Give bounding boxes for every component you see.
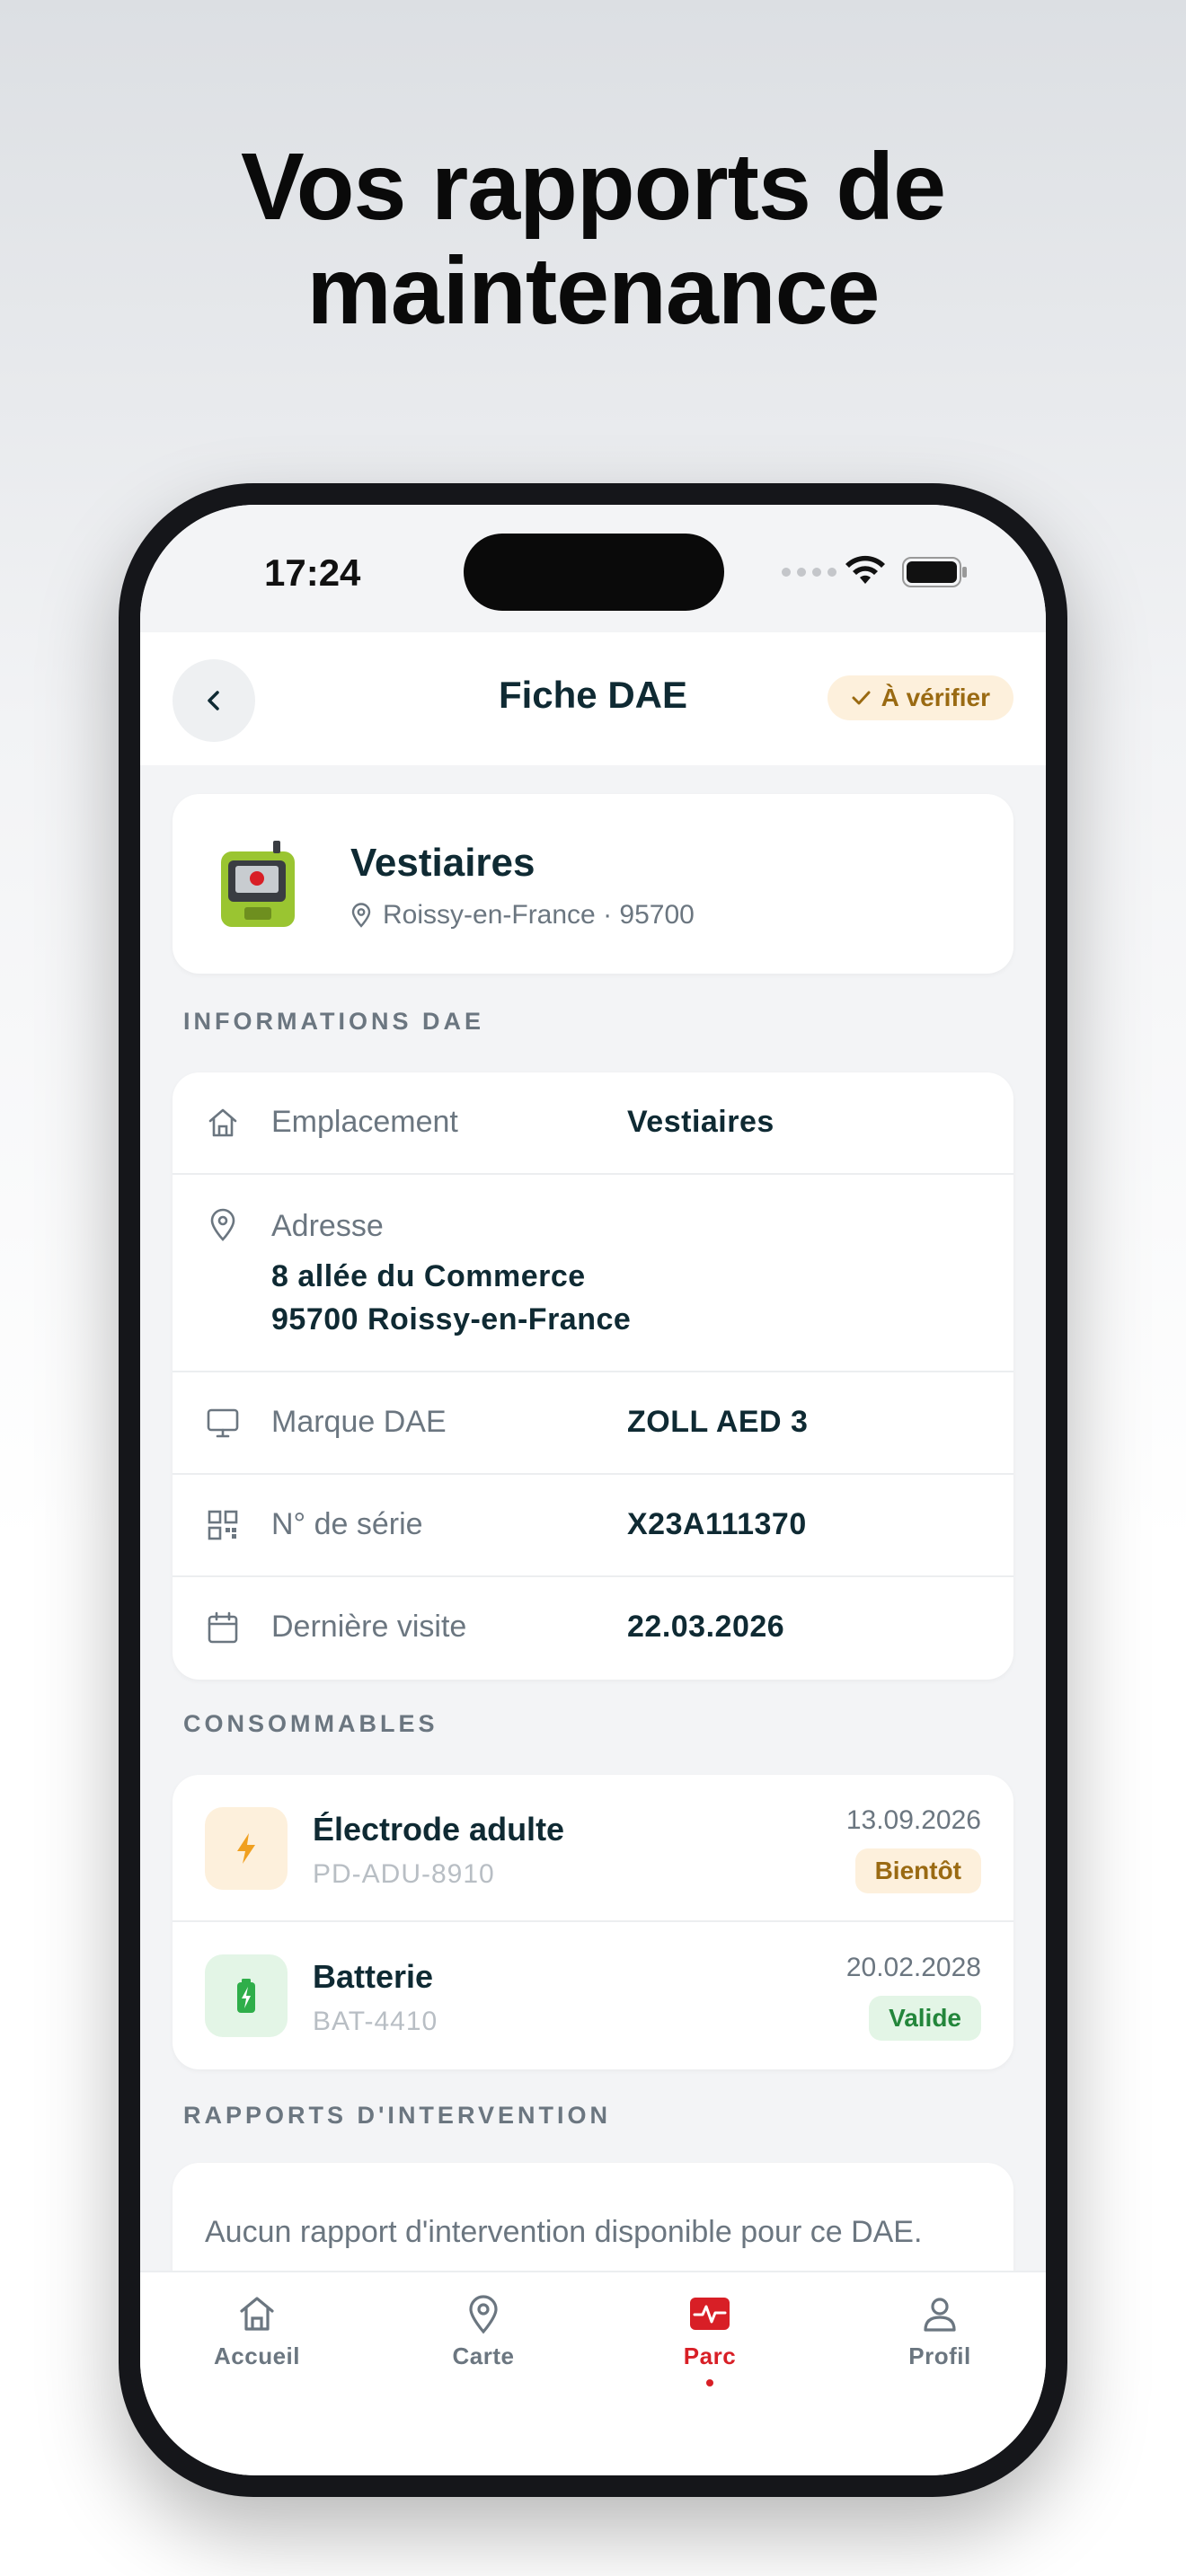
- reports-empty-text: Aucun rapport d'intervention disponible …: [205, 2215, 923, 2249]
- address-line-2: 95700 Roissy-en-France: [271, 1302, 632, 1337]
- tab-label: Carte: [452, 2342, 515, 2369]
- consumable-code: PD-ADU-8910: [313, 1859, 495, 1889]
- consumable-code: BAT-4410: [313, 2007, 438, 2036]
- consumable-expiry-date: 13.09.2026: [845, 1805, 981, 1835]
- home-icon: [240, 2297, 274, 2331]
- battery-icon: [902, 557, 967, 587]
- info-label: Dernière visite: [271, 1610, 467, 1644]
- address-line-1: 8 allée du Commerce: [271, 1259, 586, 1293]
- bottom-tab-bar: Accueil Carte Parc Profil: [140, 2271, 1046, 2475]
- info-label: N° de série: [271, 1507, 423, 1541]
- section-consumables-title: CONSOMMABLES: [183, 1710, 438, 1737]
- marketing-headline: Vos rapports de maintenance: [0, 135, 1186, 343]
- headline-line-1: Vos rapports de: [240, 134, 946, 240]
- tab-parc[interactable]: Parc: [620, 2292, 800, 2386]
- wifi-icon: [845, 555, 885, 584]
- info-row-emplacement: Emplacement Vestiaires: [173, 1072, 1013, 1175]
- headline-line-2: maintenance: [306, 238, 880, 344]
- tab-label: Parc: [683, 2342, 737, 2369]
- consumable-expiry-date: 20.02.2028: [845, 1953, 981, 1982]
- monitor-icon: [207, 1408, 239, 1438]
- active-tab-indicator: [706, 2379, 713, 2386]
- phone-frame: 17:24 Fiche DAE À vérifier Vestiaires Ro…: [119, 483, 1067, 2497]
- info-label: Emplacement: [271, 1105, 458, 1139]
- battery-charging-icon: [205, 1954, 288, 2037]
- tab-accueil[interactable]: Accueil: [167, 2292, 347, 2370]
- device-location: Roissy-en-France · 95700: [350, 900, 695, 931]
- map-pin-icon: [351, 903, 371, 928]
- info-label: Adresse: [271, 1209, 384, 1243]
- aed-device-image: [221, 841, 295, 927]
- section-info-title: INFORMATIONS DAE: [183, 1008, 484, 1035]
- device-location-text: Roissy-en-France · 95700: [383, 900, 695, 930]
- cellular-signal-icon: [782, 568, 836, 577]
- check-icon: [852, 691, 871, 705]
- phone-screen: 17:24 Fiche DAE À vérifier Vestiaires Ro…: [140, 505, 1046, 2475]
- home-icon: [208, 1108, 237, 1137]
- device-name: Vestiaires: [350, 841, 535, 885]
- user-icon: [924, 2298, 956, 2332]
- tab-label: Profil: [908, 2342, 971, 2369]
- tab-profil[interactable]: Profil: [850, 2292, 1030, 2370]
- qr-code-icon: [208, 1510, 238, 1540]
- dynamic-island: [464, 534, 724, 611]
- info-label: Marque DAE: [271, 1405, 447, 1439]
- status-time: 17:24: [264, 551, 361, 594]
- nav-header: Fiche DAE À vérifier: [140, 632, 1046, 765]
- status-badge: À vérifier: [827, 675, 1013, 720]
- consumable-status-badge: Bientôt: [854, 1848, 981, 1893]
- status-bar: 17:24: [140, 505, 1046, 632]
- info-row-visite: Dernière visite 22.03.2026: [173, 1577, 1013, 1680]
- status-badge-label: À vérifier: [881, 684, 990, 711]
- map-pin-icon: [469, 2295, 498, 2334]
- device-summary-card: Vestiaires Roissy-en-France · 95700: [173, 794, 1013, 974]
- consumable-row[interactable]: Batterie BAT-4410 20.02.2028 Valide: [173, 1922, 1013, 2069]
- section-reports-title: RAPPORTS D'INTERVENTION: [183, 2102, 611, 2129]
- lightning-icon: [205, 1807, 288, 1890]
- calendar-icon: [208, 1611, 238, 1644]
- info-row-marque: Marque DAE ZOLL AED 3: [173, 1372, 1013, 1475]
- info-value: ZOLL AED 3: [627, 1405, 809, 1439]
- info-value: X23A111370: [627, 1507, 807, 1541]
- tab-carte[interactable]: Carte: [394, 2292, 573, 2370]
- info-value: Vestiaires: [627, 1105, 774, 1139]
- consumable-name: Batterie: [313, 1958, 434, 1995]
- info-card: Emplacement Vestiaires Adresse 8 allée d…: [173, 1072, 1013, 1680]
- info-row-serie: N° de série X23A111370: [173, 1475, 1013, 1577]
- consumables-card: Électrode adulte PD-ADU-8910 13.09.2026 …: [173, 1775, 1013, 2069]
- pulse-icon: [690, 2298, 730, 2330]
- consumable-name: Électrode adulte: [313, 1811, 565, 1848]
- consumable-status-badge: Valide: [869, 1996, 981, 2041]
- tab-label: Accueil: [214, 2342, 300, 2369]
- consumable-row[interactable]: Électrode adulte PD-ADU-8910 13.09.2026 …: [173, 1775, 1013, 1922]
- info-row-adresse: Adresse 8 allée du Commerce 95700 Roissy…: [173, 1175, 1013, 1372]
- map-pin-icon: [210, 1208, 235, 1241]
- info-value: 22.03.2026: [627, 1610, 785, 1644]
